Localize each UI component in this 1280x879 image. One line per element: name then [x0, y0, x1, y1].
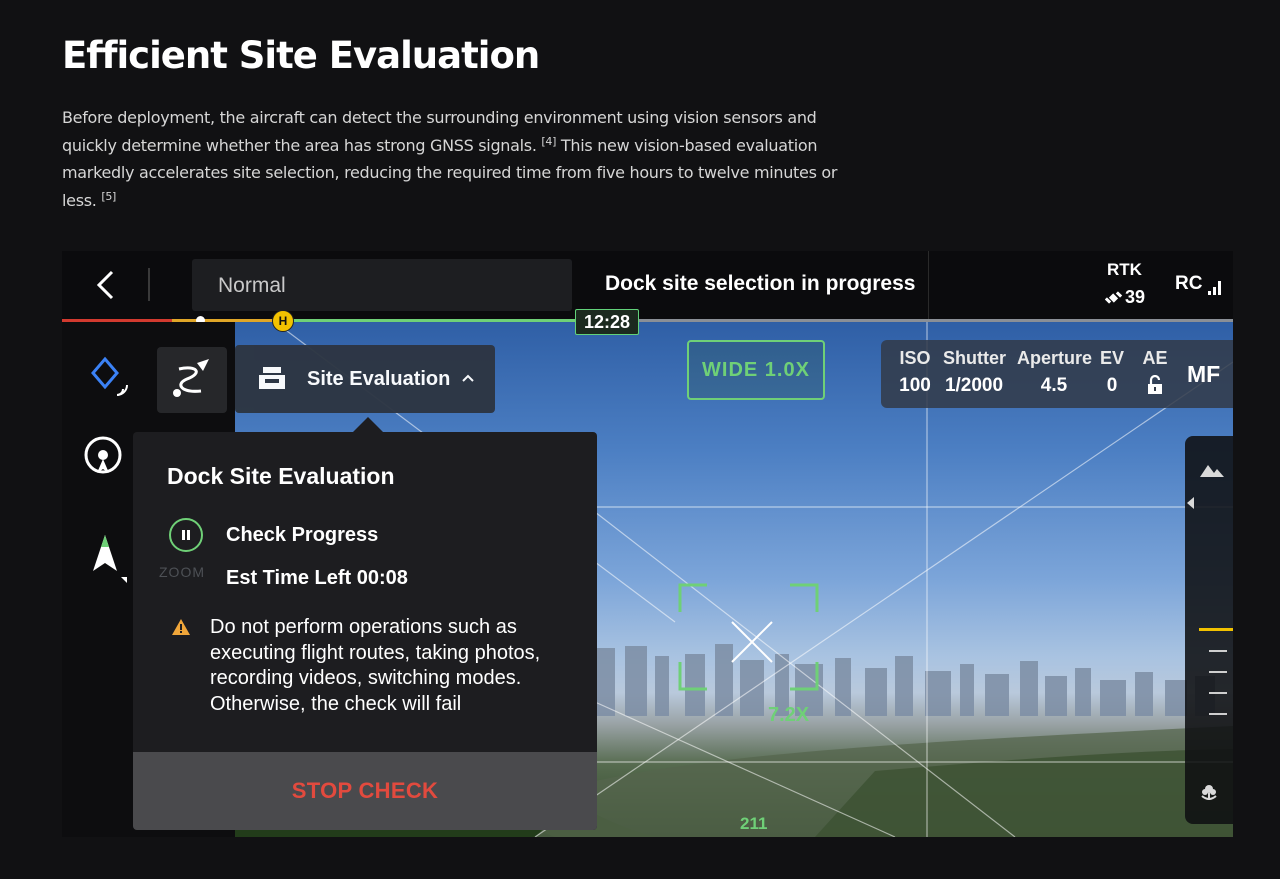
map-nav-button[interactable]	[88, 352, 138, 402]
iso-setting[interactable]: ISO 100	[895, 348, 935, 397]
footnote-ref-4[interactable]: [4]	[541, 135, 556, 148]
camera-target-button[interactable]	[78, 432, 128, 482]
stop-check-button[interactable]: STOP CHECK	[133, 752, 597, 830]
zoom-rail[interactable]	[1185, 436, 1233, 824]
chevron-up-icon	[462, 374, 474, 382]
lens-indicator[interactable]: WIDE 1.0X	[687, 340, 825, 400]
panel-title: Dock Site Evaluation	[167, 463, 395, 489]
divider	[928, 251, 929, 320]
satellite-icon	[1105, 290, 1123, 304]
signal-bars-icon	[1206, 279, 1222, 295]
satellite-count[interactable]: 39	[1105, 287, 1145, 308]
satellite-count-value: 39	[1125, 287, 1146, 307]
back-button[interactable]	[90, 267, 120, 303]
zoom-level-tick	[1199, 628, 1233, 631]
mountain-icon	[1200, 465, 1224, 477]
flower-icon	[1201, 785, 1217, 800]
divider	[148, 268, 150, 301]
home-point-marker: H	[272, 310, 294, 332]
compass-icon	[93, 535, 127, 583]
caret-left-icon	[1187, 497, 1194, 509]
camera-target-icon	[84, 436, 122, 474]
rtk-label[interactable]: RTK	[1107, 260, 1142, 280]
pause-button[interactable]	[169, 518, 203, 552]
route-icon	[173, 359, 209, 397]
ev-label: EV	[1099, 348, 1124, 368]
ev-setting[interactable]: EV 0	[1099, 348, 1125, 397]
route-button[interactable]	[157, 347, 227, 413]
zoom-tick	[1209, 671, 1227, 673]
flight-timeline	[62, 319, 1233, 322]
camera-settings-panel[interactable]: ISO 100 Shutter 1/2000 Aperture 4.5 EV 0…	[881, 340, 1233, 408]
warning-icon	[172, 619, 190, 635]
diamond-nav-icon	[91, 356, 128, 396]
flight-time-remaining: 12:28	[575, 309, 639, 335]
altitude-readout: 211	[740, 814, 768, 833]
panel-caret	[353, 417, 383, 432]
focus-mode[interactable]: MF	[1187, 361, 1220, 388]
ev-value: 0	[1106, 375, 1118, 396]
stop-check-label: STOP CHECK	[291, 778, 439, 803]
aperture-value: 4.5	[1040, 375, 1068, 396]
zoom-ghost-label: ZOOM	[159, 564, 205, 580]
check-progress-label: Check Progress	[226, 524, 379, 546]
status-message: Dock site selection in progress	[605, 272, 916, 295]
shutter-label: Shutter	[943, 348, 1006, 368]
shutter-setting[interactable]: Shutter 1/2000	[943, 348, 1006, 397]
aperture-setting[interactable]: Aperture 4.5	[1017, 348, 1093, 397]
shutter-value: 1/2000	[944, 375, 1004, 396]
zoom-tick	[1209, 650, 1227, 652]
iso-value: 100	[899, 375, 931, 396]
ae-label: AE	[1142, 348, 1168, 368]
compass-button[interactable]	[80, 527, 130, 587]
top-bar: Normal Dock site selection in progress R…	[62, 251, 1233, 320]
lock-open-icon	[1148, 374, 1162, 394]
app-screenshot: Normal Dock site selection in progress R…	[62, 251, 1233, 837]
estimated-time-left: Est Time Left 00:08	[226, 567, 408, 589]
zoom-tick	[1209, 713, 1227, 715]
rc-label: RC	[1175, 273, 1203, 294]
dock-icon	[259, 367, 285, 389]
iso-label: ISO	[899, 348, 931, 368]
focus-brackets	[678, 583, 819, 691]
ae-lock[interactable]: AE	[1139, 348, 1171, 400]
aperture-label: Aperture	[1017, 348, 1093, 368]
zoom-readout: 7.2X	[768, 704, 810, 726]
rc-signal[interactable]: RC	[1175, 273, 1222, 295]
footnote-ref-5[interactable]: [5]	[101, 190, 116, 203]
site-evaluation-label: Site Evaluation	[307, 368, 451, 390]
flight-mode-label: Normal	[218, 274, 286, 297]
intro-paragraph: Before deployment, the aircraft can dete…	[62, 104, 842, 214]
dock-site-evaluation-panel: Dock Site Evaluation Check Progress Est …	[133, 432, 597, 830]
zoom-tick	[1209, 692, 1227, 694]
pause-icon	[182, 530, 190, 540]
flight-mode-selector[interactable]: Normal	[192, 259, 572, 311]
chevron-left-icon	[96, 270, 114, 300]
site-evaluation-button[interactable]: Site Evaluation	[235, 345, 495, 413]
page-title: Efficient Site Evaluation	[62, 34, 540, 77]
warning-message: Do not perform operations such as execut…	[210, 616, 541, 715]
